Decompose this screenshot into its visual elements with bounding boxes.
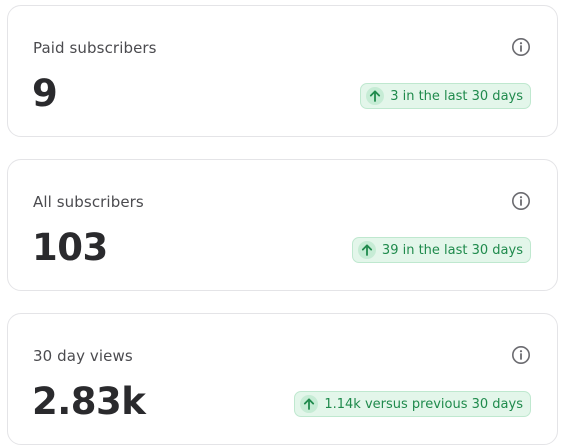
trend-badge: 3 in the last 30 days xyxy=(360,83,531,109)
trend-text: 1.14k versus previous 30 days xyxy=(324,396,523,412)
card-label: All subscribers xyxy=(33,193,144,211)
trend-badge: 1.14k versus previous 30 days xyxy=(294,391,531,417)
card-label: 30 day views xyxy=(33,347,133,365)
thirty-day-views-card: 30 day views 2.83k 1.14k versus previous… xyxy=(7,313,558,445)
info-icon[interactable] xyxy=(511,37,531,57)
trend-text: 3 in the last 30 days xyxy=(390,88,523,104)
trend-badge: 39 in the last 30 days xyxy=(351,237,531,263)
metric-value: 2.83k xyxy=(32,380,146,423)
arrow-up-icon xyxy=(366,87,385,105)
arrow-up-icon xyxy=(357,241,376,259)
all-subscribers-card: All subscribers 103 39 in the last 30 da… xyxy=(7,159,558,291)
info-icon[interactable] xyxy=(511,191,531,211)
info-icon[interactable] xyxy=(511,345,531,365)
metric-value: 9 xyxy=(32,72,58,115)
trend-text: 39 in the last 30 days xyxy=(381,242,523,258)
paid-subscribers-card: Paid subscribers 9 3 in the last 30 days xyxy=(7,5,558,137)
arrow-up-icon xyxy=(300,395,319,413)
metric-value: 103 xyxy=(32,226,108,269)
card-label: Paid subscribers xyxy=(33,39,157,57)
